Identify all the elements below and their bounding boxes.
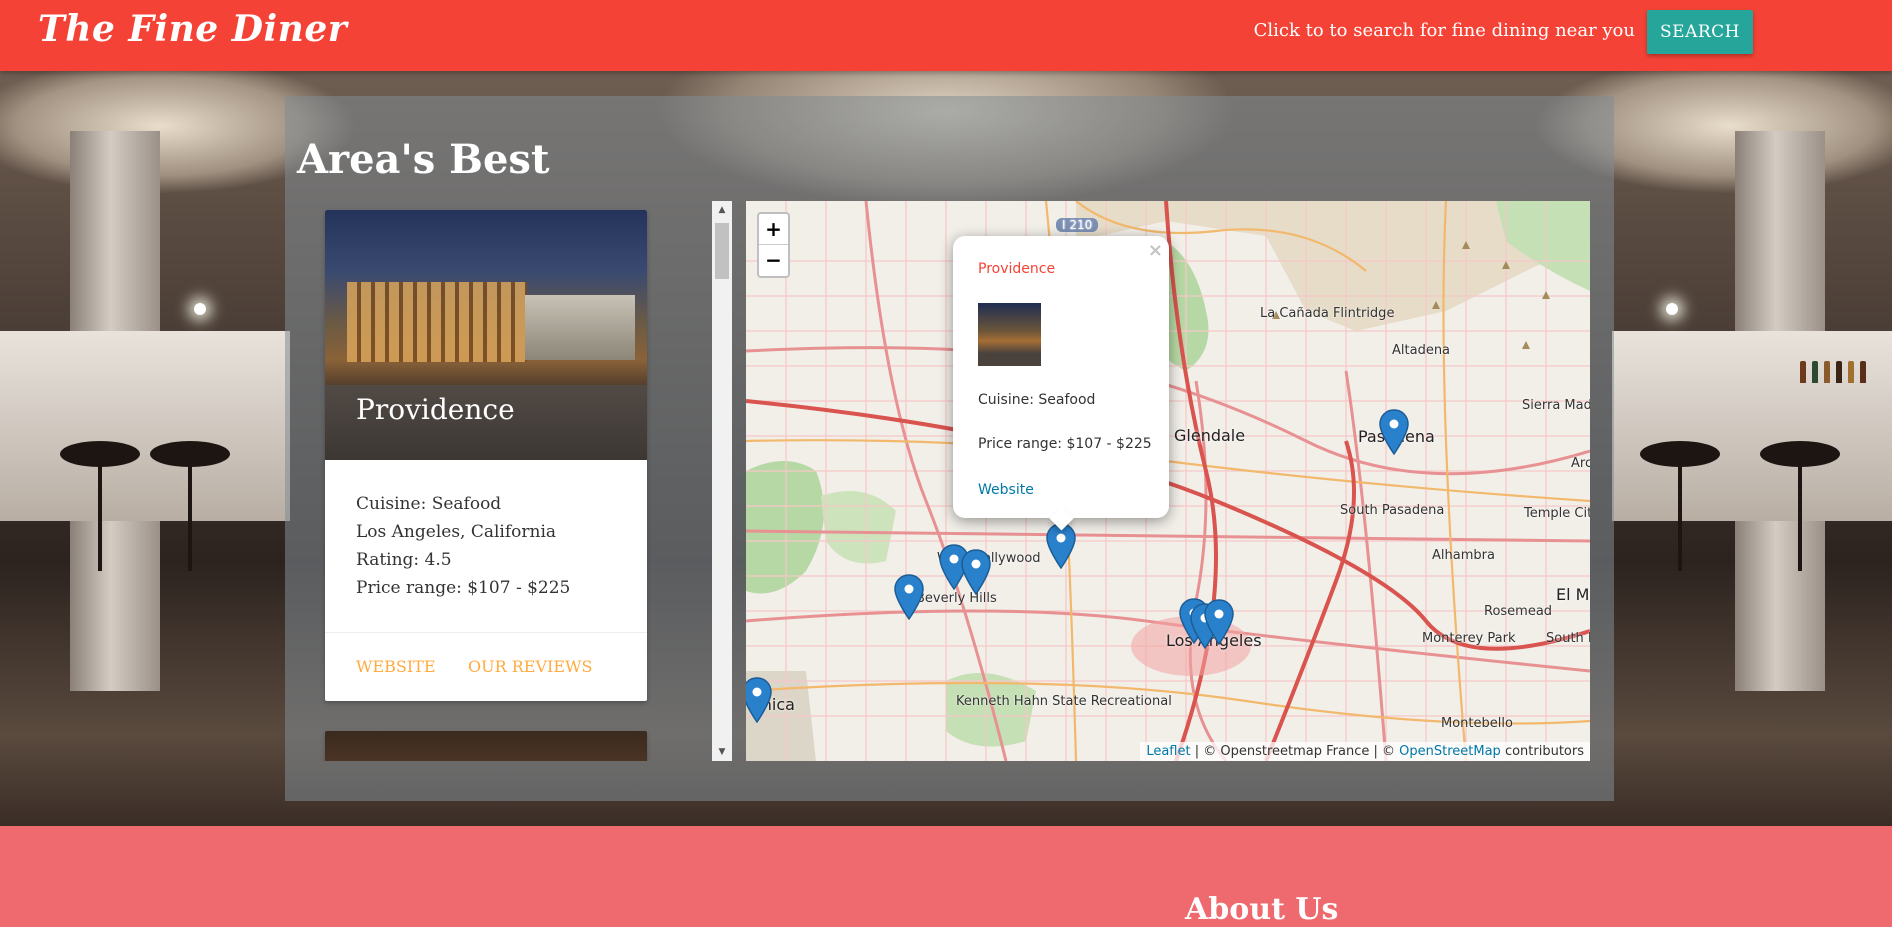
next-restaurant-card[interactable] <box>325 731 647 761</box>
map-marker-icon[interactable] <box>894 574 924 620</box>
map-label: Sierra Mad <box>1522 398 1590 413</box>
scroll-up-arrow-icon[interactable]: ▲ <box>712 201 732 219</box>
restaurant-card: Providence Cuisine: Seafood Los Angeles,… <box>325 210 647 701</box>
brand-logo[interactable]: The Fine Diner <box>38 8 347 50</box>
map-label: Kenneth Hahn State Recreational <box>956 694 1172 709</box>
popup-close-icon[interactable]: × <box>1148 240 1163 261</box>
leaflet-link[interactable]: Leaflet <box>1146 744 1190 759</box>
background-lamp <box>1666 303 1678 315</box>
background-bar-counter <box>0 331 290 521</box>
scroll-thumb[interactable] <box>715 223 729 279</box>
background-bottle <box>1824 361 1830 383</box>
search-button[interactable]: SEARCH <box>1647 10 1753 54</box>
background-lamp <box>194 303 206 315</box>
section-title: Area's Best <box>297 136 550 183</box>
website-link[interactable]: WEBSITE <box>356 657 436 676</box>
background-stool-leg <box>188 461 192 571</box>
attribution-text: contributors <box>1500 744 1584 759</box>
background-bottle <box>1836 361 1842 383</box>
popup-restaurant-photo <box>978 303 1041 366</box>
map-label: Alhambra <box>1432 548 1495 563</box>
our-reviews-link[interactable]: OUR REVIEWS <box>468 657 592 676</box>
restaurant-location: Los Angeles, California <box>356 522 557 542</box>
map-marker-icon[interactable] <box>1204 599 1234 645</box>
map-label: El M <box>1556 585 1590 604</box>
restaurant-map[interactable]: + − La Cañada Flintridge Altadena Glenda… <box>746 201 1590 761</box>
map-label: Arc <box>1571 456 1590 471</box>
restaurant-price-range: Price range: $107 - $225 <box>356 578 571 598</box>
background-bottle <box>1800 361 1806 383</box>
restaurant-cuisine: Cuisine: Seafood <box>356 494 502 514</box>
popup-website-link[interactable]: Website <box>978 482 1034 498</box>
map-attribution: Leaflet | © Openstreetmap France | © Ope… <box>1140 742 1590 761</box>
map-marker-icon[interactable] <box>746 677 772 723</box>
photo-building <box>525 295 635 360</box>
popup-restaurant-name: Providence <box>978 261 1056 277</box>
about-title: About Us <box>1185 892 1339 927</box>
map-label: Temple City <box>1524 506 1590 521</box>
card-actions: WEBSITE OUR REVIEWS <box>325 632 647 701</box>
background-bottle <box>1848 361 1854 383</box>
restaurant-details: Cuisine: Seafood Los Angeles, California… <box>356 490 626 602</box>
about-section: About Us <box>0 826 1892 927</box>
map-label: Monterey Park <box>1422 631 1516 646</box>
photo-building <box>347 282 527 362</box>
background-stool-leg <box>1678 461 1682 571</box>
popup-price-range: Price range: $107 - $225 <box>978 436 1152 452</box>
areas-best-panel: Area's Best Providence Cuisine: Seafood … <box>285 96 1614 801</box>
restaurant-list[interactable]: Providence Cuisine: Seafood Los Angeles,… <box>285 201 732 761</box>
map-popup: × Providence Cuisine: Seafood Price rang… <box>953 236 1169 531</box>
map-marker-icon[interactable] <box>1379 409 1409 455</box>
popup-cuisine: Cuisine: Seafood <box>978 392 1096 408</box>
background-bottle <box>1812 361 1818 383</box>
background-stool-leg <box>1798 461 1802 571</box>
zoom-control: + − <box>757 212 790 278</box>
map-label: La Cañada Flintridge <box>1260 306 1395 321</box>
map-label: South Mont <box>1546 631 1590 646</box>
zoom-in-button[interactable]: + <box>759 214 788 245</box>
map-label-interstate: I 210 <box>1056 218 1099 232</box>
map-label: Rosemead <box>1484 604 1553 619</box>
search-prompt-text: Click to to search for fine dining near … <box>1253 20 1635 41</box>
background-bar-counter <box>1612 331 1892 521</box>
attribution-text: | © Openstreetmap France | © <box>1190 744 1400 759</box>
map-label: Montebello <box>1441 716 1513 731</box>
map-label: South Pasadena <box>1340 503 1445 518</box>
restaurant-name: Providence <box>356 393 515 426</box>
background-stool-leg <box>98 461 102 571</box>
openstreetmap-link[interactable]: OpenStreetMap <box>1399 744 1501 759</box>
zoom-out-button[interactable]: − <box>759 245 788 276</box>
map-label: Glendale <box>1174 426 1246 445</box>
restaurant-rating: Rating: 4.5 <box>356 550 452 570</box>
list-scrollbar[interactable]: ▲ ▼ <box>712 201 732 761</box>
scroll-down-arrow-icon[interactable]: ▼ <box>712 743 732 761</box>
map-marker-icon[interactable] <box>961 549 991 595</box>
top-navbar: The Fine Diner Click to to search for fi… <box>0 0 1892 71</box>
background-bottle <box>1860 361 1866 383</box>
map-label: Altadena <box>1392 343 1451 358</box>
